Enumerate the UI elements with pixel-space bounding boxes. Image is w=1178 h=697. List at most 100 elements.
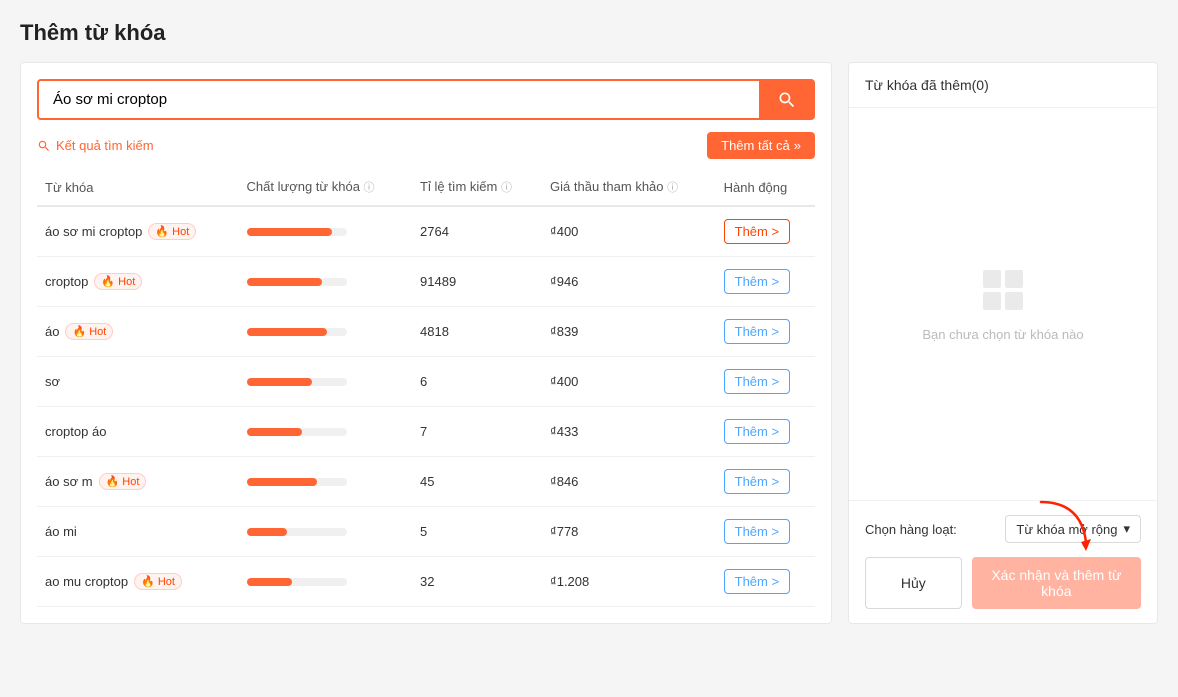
quality-bar (247, 378, 312, 386)
dropdown-chevron-icon: ▾ (1123, 521, 1130, 537)
hot-badge: 🔥 Hot (65, 323, 113, 340)
keyword-cell-inner: áo 🔥 Hot (45, 323, 231, 340)
col-search-rate: Tỉ lệ tìm kiếm ⓘ (412, 169, 542, 206)
action-cell: Thêm > (716, 206, 815, 257)
keyword-cell-inner: ao mu croptop 🔥 Hot (45, 573, 231, 590)
keyword-cell-inner: áo sơ m 🔥 Hot (45, 473, 231, 490)
keyword-cell: áo mi (37, 507, 239, 557)
results-label-text: Kết quả tìm kiếm (56, 138, 154, 153)
quality-bar (247, 578, 292, 586)
quality-cell (239, 307, 413, 357)
action-cell: Thêm > (716, 507, 815, 557)
added-keywords-title: Từ khóa đã thêm(0) (865, 77, 989, 93)
select-row: Chọn hàng loạt: Từ khóa mở rộng ▾ (865, 515, 1141, 543)
action-cell: Thêm > (716, 407, 815, 457)
keyword-text: croptop (45, 274, 88, 289)
hot-badge: 🔥 Hot (134, 573, 182, 590)
action-cell: Thêm > (716, 557, 815, 607)
add-keyword-button[interactable]: Thêm > (724, 469, 790, 494)
add-keyword-button[interactable]: Thêm > (724, 569, 790, 594)
cancel-button[interactable]: Hủy (865, 557, 962, 609)
keyword-cell-inner: sơ (45, 374, 231, 389)
quality-cell (239, 457, 413, 507)
action-cell: Thêm > (716, 457, 815, 507)
confirm-label: Xác nhận và thêm từ khóa (991, 567, 1121, 599)
price-cell: ₫846 (542, 457, 716, 507)
search-row: Áo sơ mi croptop (37, 79, 815, 120)
keyword-cell-inner: croptop 🔥 Hot (45, 273, 231, 290)
quality-bar-container (247, 578, 347, 586)
add-keyword-button[interactable]: Thêm > (724, 419, 790, 444)
table-body: áo sơ mi croptop 🔥 Hot 2764₫400Thêm > cr… (37, 206, 815, 607)
keyword-cell: sơ (37, 357, 239, 407)
quality-bar-container (247, 328, 347, 336)
red-arrow-hint (1031, 497, 1091, 552)
search-icon (777, 90, 797, 110)
search-rate-help-icon[interactable]: ⓘ (501, 182, 512, 194)
hot-badge: 🔥 Hot (94, 273, 142, 290)
price-help-icon[interactable]: ⓘ (667, 182, 678, 194)
search-button[interactable] (759, 79, 815, 120)
quality-bar-container (247, 278, 347, 286)
search-rate-cell: 4818 (412, 307, 542, 357)
right-panel-footer: Chọn hàng loạt: Từ khóa mở rộng ▾ Hủy Xá… (849, 500, 1157, 623)
add-keyword-button[interactable]: Thêm > (724, 219, 790, 244)
table-row: áo mi 5₫778 Thêm > (37, 507, 815, 557)
search-rate-cell: 32 (412, 557, 542, 607)
search-input[interactable]: Áo sơ mi croptop (37, 79, 759, 120)
price-cell: ₫400 (542, 357, 716, 407)
keyword-text: áo (45, 324, 59, 339)
quality-bar-container (247, 528, 347, 536)
search-rate-cell: 2764 (412, 206, 542, 257)
table-row: ao mu croptop 🔥 Hot 32₫1.208Thêm > (37, 557, 815, 607)
add-keyword-button[interactable]: Thêm > (724, 369, 790, 394)
quality-help-icon[interactable]: ⓘ (364, 182, 375, 194)
right-panel-body: Bạn chưa chọn từ khóa nào (849, 108, 1157, 500)
results-row: Kết quả tìm kiếm Thêm tất cả » (37, 132, 815, 159)
quality-bar-container (247, 378, 347, 386)
cancel-label: Hủy (901, 575, 926, 591)
left-panel: Áo sơ mi croptop Kết quả tìm kiếm Thêm t… (20, 62, 832, 624)
price-cell: ₫433 (542, 407, 716, 457)
quality-cell (239, 507, 413, 557)
quality-bar-container (247, 428, 347, 436)
keyword-text: áo sơ mi croptop (45, 224, 142, 239)
empty-icon (979, 266, 1027, 317)
keyword-text: áo sơ m (45, 474, 93, 489)
search-rate-cell: 6 (412, 357, 542, 407)
quality-bar (247, 528, 287, 536)
select-label: Chọn hàng loạt: (865, 522, 957, 537)
add-keyword-button[interactable]: Thêm > (724, 519, 790, 544)
keyword-cell: áo sơ m 🔥 Hot (37, 457, 239, 507)
empty-grid-icon (979, 266, 1027, 314)
price-cell: ₫839 (542, 307, 716, 357)
quality-bar (247, 278, 322, 286)
col-action: Hành động (716, 169, 815, 206)
search-rate-cell: 45 (412, 457, 542, 507)
table-row: croptop 🔥 Hot 91489₫946Thêm > (37, 257, 815, 307)
quality-bar (247, 428, 302, 436)
empty-text: Bạn chưa chọn từ khóa nào (922, 327, 1083, 342)
right-panel: Từ khóa đã thêm(0) Bạn chưa chọn từ khóa… (848, 62, 1158, 624)
col-price: Giá thầu tham khảo ⓘ (542, 169, 716, 206)
price-cell: ₫778 (542, 507, 716, 557)
price-cell: ₫946 (542, 257, 716, 307)
quality-bar-container (247, 228, 347, 236)
col-quality: Chất lượng từ khóa ⓘ (239, 169, 413, 206)
col-keyword: Từ khóa (37, 169, 239, 206)
add-all-button[interactable]: Thêm tất cả » (707, 132, 815, 159)
keyword-cell: áo sơ mi croptop 🔥 Hot (37, 206, 239, 257)
table-row: áo sơ m 🔥 Hot 45₫846 Thêm > (37, 457, 815, 507)
keyword-text: ao mu croptop (45, 574, 128, 589)
keyword-text: croptop áo (45, 424, 106, 439)
keyword-cell-inner: croptop áo (45, 424, 231, 439)
price-cell: ₫400 (542, 206, 716, 257)
search-rate-cell: 5 (412, 507, 542, 557)
add-keyword-button[interactable]: Thêm > (724, 319, 790, 344)
table-row: áo sơ mi croptop 🔥 Hot 2764₫400 Thêm > (37, 206, 815, 257)
quality-bar (247, 328, 327, 336)
add-keyword-button[interactable]: Thêm > (724, 269, 790, 294)
page-title: Thêm từ khóa (20, 20, 1158, 46)
quality-cell (239, 206, 413, 257)
confirm-button[interactable]: Xác nhận và thêm từ khóa (972, 557, 1141, 609)
